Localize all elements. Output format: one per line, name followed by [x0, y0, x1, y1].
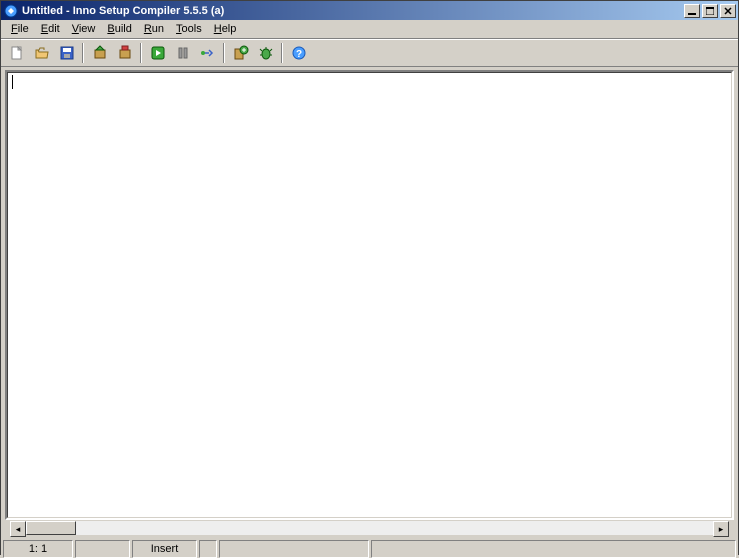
window-title: Untitled - Inno Setup Compiler 5.5.5 (a)	[22, 5, 682, 17]
compile-button[interactable]	[88, 42, 111, 64]
menu-label: un	[152, 23, 164, 35]
horizontal-scrollbar[interactable]: ◂ ▸	[9, 520, 730, 536]
menu-label: dit	[48, 23, 60, 35]
target-setup-button[interactable]	[229, 42, 252, 64]
menu-label: iew	[79, 23, 96, 35]
maximize-button[interactable]	[702, 4, 718, 18]
status-cell-main	[371, 540, 736, 558]
script-editor[interactable]	[7, 72, 732, 518]
menu-label: ile	[18, 23, 29, 35]
status-cell-empty2	[199, 540, 217, 558]
pause-button[interactable]	[171, 42, 194, 64]
open-button[interactable]	[30, 42, 53, 64]
menu-view[interactable]: View	[66, 21, 102, 37]
separator	[281, 43, 283, 63]
menu-file[interactable]: File	[5, 21, 35, 37]
menu-run[interactable]: Run	[138, 21, 170, 37]
text-cursor	[12, 75, 13, 89]
menu-tools[interactable]: Tools	[170, 21, 208, 37]
menubar: File Edit View Build Run Tools Help	[1, 20, 738, 39]
scroll-left-button[interactable]: ◂	[10, 521, 26, 537]
app-icon	[3, 3, 19, 19]
menu-edit[interactable]: Edit	[35, 21, 66, 37]
status-cell-empty3	[219, 540, 369, 558]
menu-help[interactable]: Help	[208, 21, 243, 37]
status-cursor-position: 1: 1	[3, 540, 73, 558]
stop-compile-button[interactable]	[113, 42, 136, 64]
status-insert-mode: Insert	[132, 540, 197, 558]
debug-button[interactable]	[254, 42, 277, 64]
scroll-right-button[interactable]: ▸	[713, 521, 729, 537]
minimize-button[interactable]	[684, 4, 700, 18]
menu-label: ools	[182, 23, 202, 35]
statusbar: 1: 1 Insert	[1, 538, 738, 558]
step-button[interactable]	[196, 42, 219, 64]
run-button[interactable]	[146, 42, 169, 64]
save-button[interactable]	[55, 42, 78, 64]
separator	[82, 43, 84, 63]
help-button[interactable]: ?	[287, 42, 310, 64]
toolbar: ?	[1, 39, 738, 67]
menu-label: uild	[115, 23, 132, 35]
titlebar: Untitled - Inno Setup Compiler 5.5.5 (a)	[1, 1, 738, 20]
new-button[interactable]	[5, 42, 28, 64]
close-button[interactable]	[720, 4, 736, 18]
window-controls	[682, 4, 736, 18]
editor-area: ◂ ▸	[1, 67, 738, 536]
status-cell-empty1	[75, 540, 130, 558]
separator	[140, 43, 142, 63]
menu-build[interactable]: Build	[101, 21, 137, 37]
scroll-track[interactable]	[26, 521, 713, 535]
editor-border	[5, 70, 734, 520]
menu-label: elp	[222, 23, 237, 35]
scroll-thumb[interactable]	[26, 521, 76, 535]
svg-text:?: ?	[295, 49, 301, 60]
separator	[223, 43, 225, 63]
